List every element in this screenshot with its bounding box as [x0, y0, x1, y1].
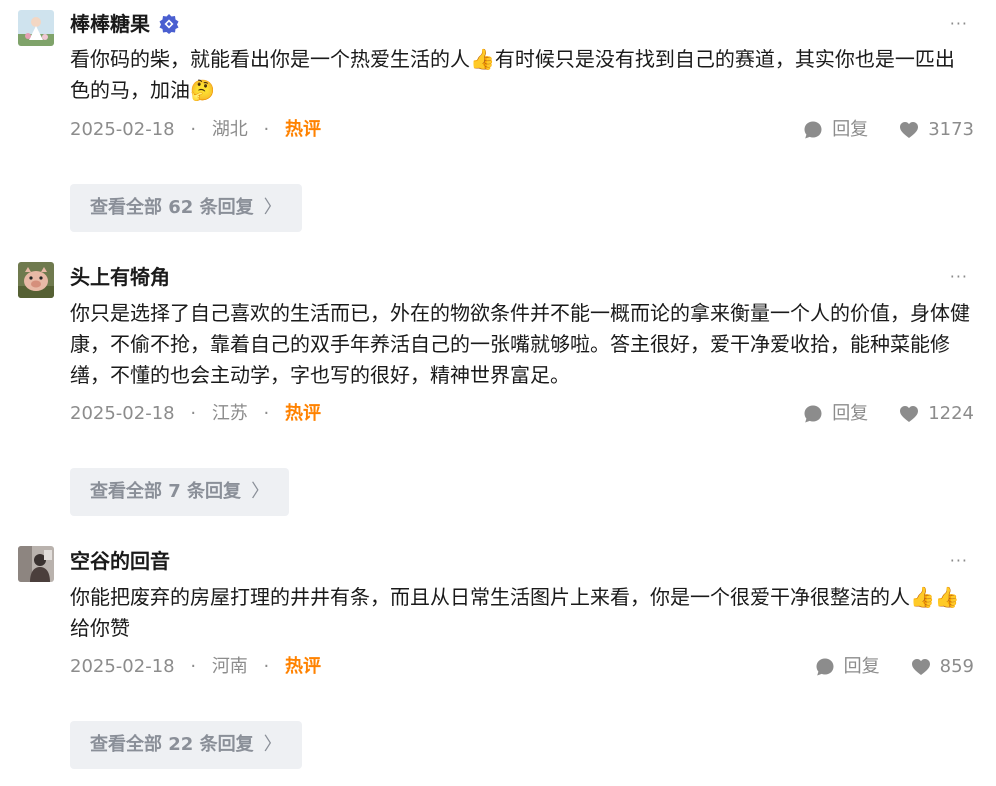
reply-bubble-icon — [804, 121, 822, 139]
reply-label: 回复 — [843, 656, 880, 677]
username-text[interactable]: 棒棒糖果 — [70, 11, 150, 37]
comment-text: 你只是选择了自己喜欢的生活而已，外在的物欲条件并不能一概而论的拿来衡量一个人的价… — [70, 301, 970, 387]
view-all-replies-label: 查看全部 62 条回复 — [90, 197, 254, 218]
comment-date: 2025-02-18 — [70, 656, 175, 677]
more-options-icon[interactable]: ··· — [950, 269, 968, 285]
reply-label: 回复 — [832, 403, 869, 424]
separator-dot: · — [190, 119, 197, 140]
reply-bubble-icon — [816, 658, 834, 676]
comment-date: 2025-02-18 — [70, 403, 175, 424]
reply-label: 回复 — [832, 119, 869, 140]
comment-meta: 2025-02-18 · 湖北 · 热评 回复 3173 — [70, 117, 974, 143]
view-all-replies-button[interactable]: 查看全部 22 条回复〉 — [70, 721, 302, 769]
comment-date: 2025-02-18 — [70, 119, 175, 140]
hot-comment-badge: 热评 — [285, 403, 322, 424]
like-button[interactable]: 1224 — [898, 401, 974, 427]
comment-meta: 2025-02-18 · 江苏 · 热评 回复 1224 — [70, 401, 974, 427]
reply-bubble-icon — [804, 405, 822, 423]
chevron-right-icon: 〉 — [251, 481, 270, 502]
reply-button[interactable]: 回复 — [802, 401, 868, 427]
view-all-replies-button[interactable]: 查看全部 62 条回复〉 — [70, 184, 302, 232]
username-text[interactable]: 头上有犄角 — [70, 264, 170, 290]
avatar[interactable] — [18, 262, 54, 298]
more-options-icon[interactable]: ··· — [950, 553, 968, 569]
like-button[interactable]: 3173 — [898, 117, 974, 143]
separator-dot: · — [190, 403, 197, 424]
view-all-replies-button[interactable]: 查看全部 7 条回复〉 — [70, 468, 290, 516]
chevron-right-icon: 〉 — [263, 197, 282, 218]
like-count: 859 — [939, 656, 974, 677]
comment-text: 你能把废弃的房屋打理的井井有条，而且从日常生活图片上来看，你是一个很爱干净很整洁… — [70, 585, 960, 640]
comment-location: 江苏 — [211, 403, 248, 424]
heart-icon — [900, 406, 919, 422]
like-count: 3173 — [928, 119, 974, 140]
more-options-icon[interactable]: ··· — [950, 16, 968, 32]
comment-text: 看你码的柴，就能看出你是一个热爱生活的人👍有时候只是没有找到自己的赛道，其实你也… — [70, 47, 955, 102]
comment-meta: 2025-02-18 · 河南 · 热评 回复 859 — [70, 654, 974, 680]
chevron-right-icon: 〉 — [263, 734, 282, 755]
hot-comment-badge: 热评 — [285, 656, 322, 677]
view-all-replies-label: 查看全部 22 条回复 — [90, 734, 254, 755]
view-all-replies-label: 查看全部 7 条回复 — [90, 481, 242, 502]
separator-dot: · — [263, 119, 270, 140]
separator-dot: · — [263, 403, 270, 424]
comment-location: 河南 — [211, 656, 248, 677]
reply-button[interactable]: 回复 — [814, 654, 880, 680]
hot-comment-badge: 热评 — [285, 119, 322, 140]
separator-dot: · — [190, 656, 197, 677]
heart-icon — [900, 122, 919, 138]
heart-icon — [911, 659, 930, 675]
comment-location: 湖北 — [211, 119, 248, 140]
username-text[interactable]: 空谷的回音 — [70, 548, 170, 574]
verified-badge-icon — [159, 14, 179, 34]
username[interactable]: 棒棒糖果 — [70, 11, 180, 37]
username[interactable]: 头上有犄角 — [70, 264, 170, 290]
like-count: 1224 — [928, 403, 974, 424]
avatar[interactable] — [18, 546, 54, 582]
avatar[interactable] — [18, 10, 54, 46]
username[interactable]: 空谷的回音 — [70, 548, 170, 574]
separator-dot: · — [263, 656, 270, 677]
like-button[interactable]: 859 — [910, 654, 974, 680]
reply-button[interactable]: 回复 — [802, 117, 868, 143]
